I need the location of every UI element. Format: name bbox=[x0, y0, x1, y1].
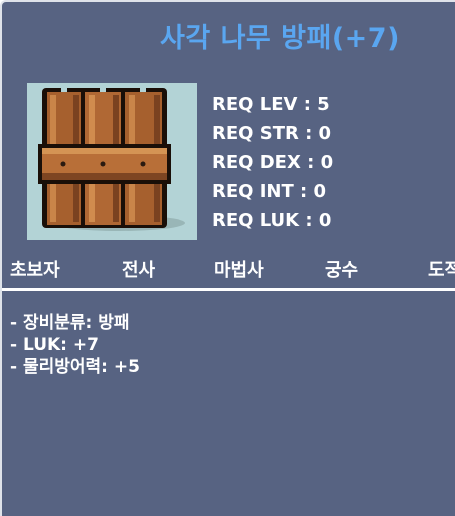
item-icon-frame bbox=[27, 83, 197, 240]
requirements-list: REQ LEV : 5 REQ STR : 0 REQ DEX : 0 REQ … bbox=[212, 90, 333, 235]
job-warrior: 전사 bbox=[122, 260, 156, 281]
job-list: 초보자 전사 마법사 궁수 도적 bbox=[2, 256, 455, 286]
item-name: 사각 나무 방패(+7) bbox=[160, 23, 400, 54]
job-bowman: 궁수 bbox=[325, 260, 359, 281]
description-line: - 장비분류: 방패 bbox=[10, 313, 130, 333]
job-thief: 도적 bbox=[428, 260, 455, 281]
item-tooltip: 사각 나무 방패(+7) REQ LEV: 5 REQ STR: 0 REQ… bbox=[0, 0, 455, 516]
description-line: - 물리방어력: +5 bbox=[10, 357, 140, 377]
req-dex: REQ DEX : 0 bbox=[212, 152, 334, 173]
req-level: REQ LEV : 5 bbox=[212, 94, 330, 115]
description-line: - LUK: +7 bbox=[10, 335, 99, 355]
req-str: REQ STR : 0 bbox=[212, 123, 332, 144]
req-luk: REQ LUK : 0 bbox=[212, 210, 332, 231]
wooden-shield-icon bbox=[38, 88, 185, 231]
req-int: REQ INT : 0 bbox=[212, 181, 327, 202]
divider bbox=[2, 288, 455, 291]
job-magician: 마법사 bbox=[214, 260, 264, 281]
item-description: - 장비분류: 방패 - LUK: +7 - 물리방어력: +5 bbox=[10, 312, 140, 378]
job-beginner: 초보자 bbox=[10, 260, 60, 281]
